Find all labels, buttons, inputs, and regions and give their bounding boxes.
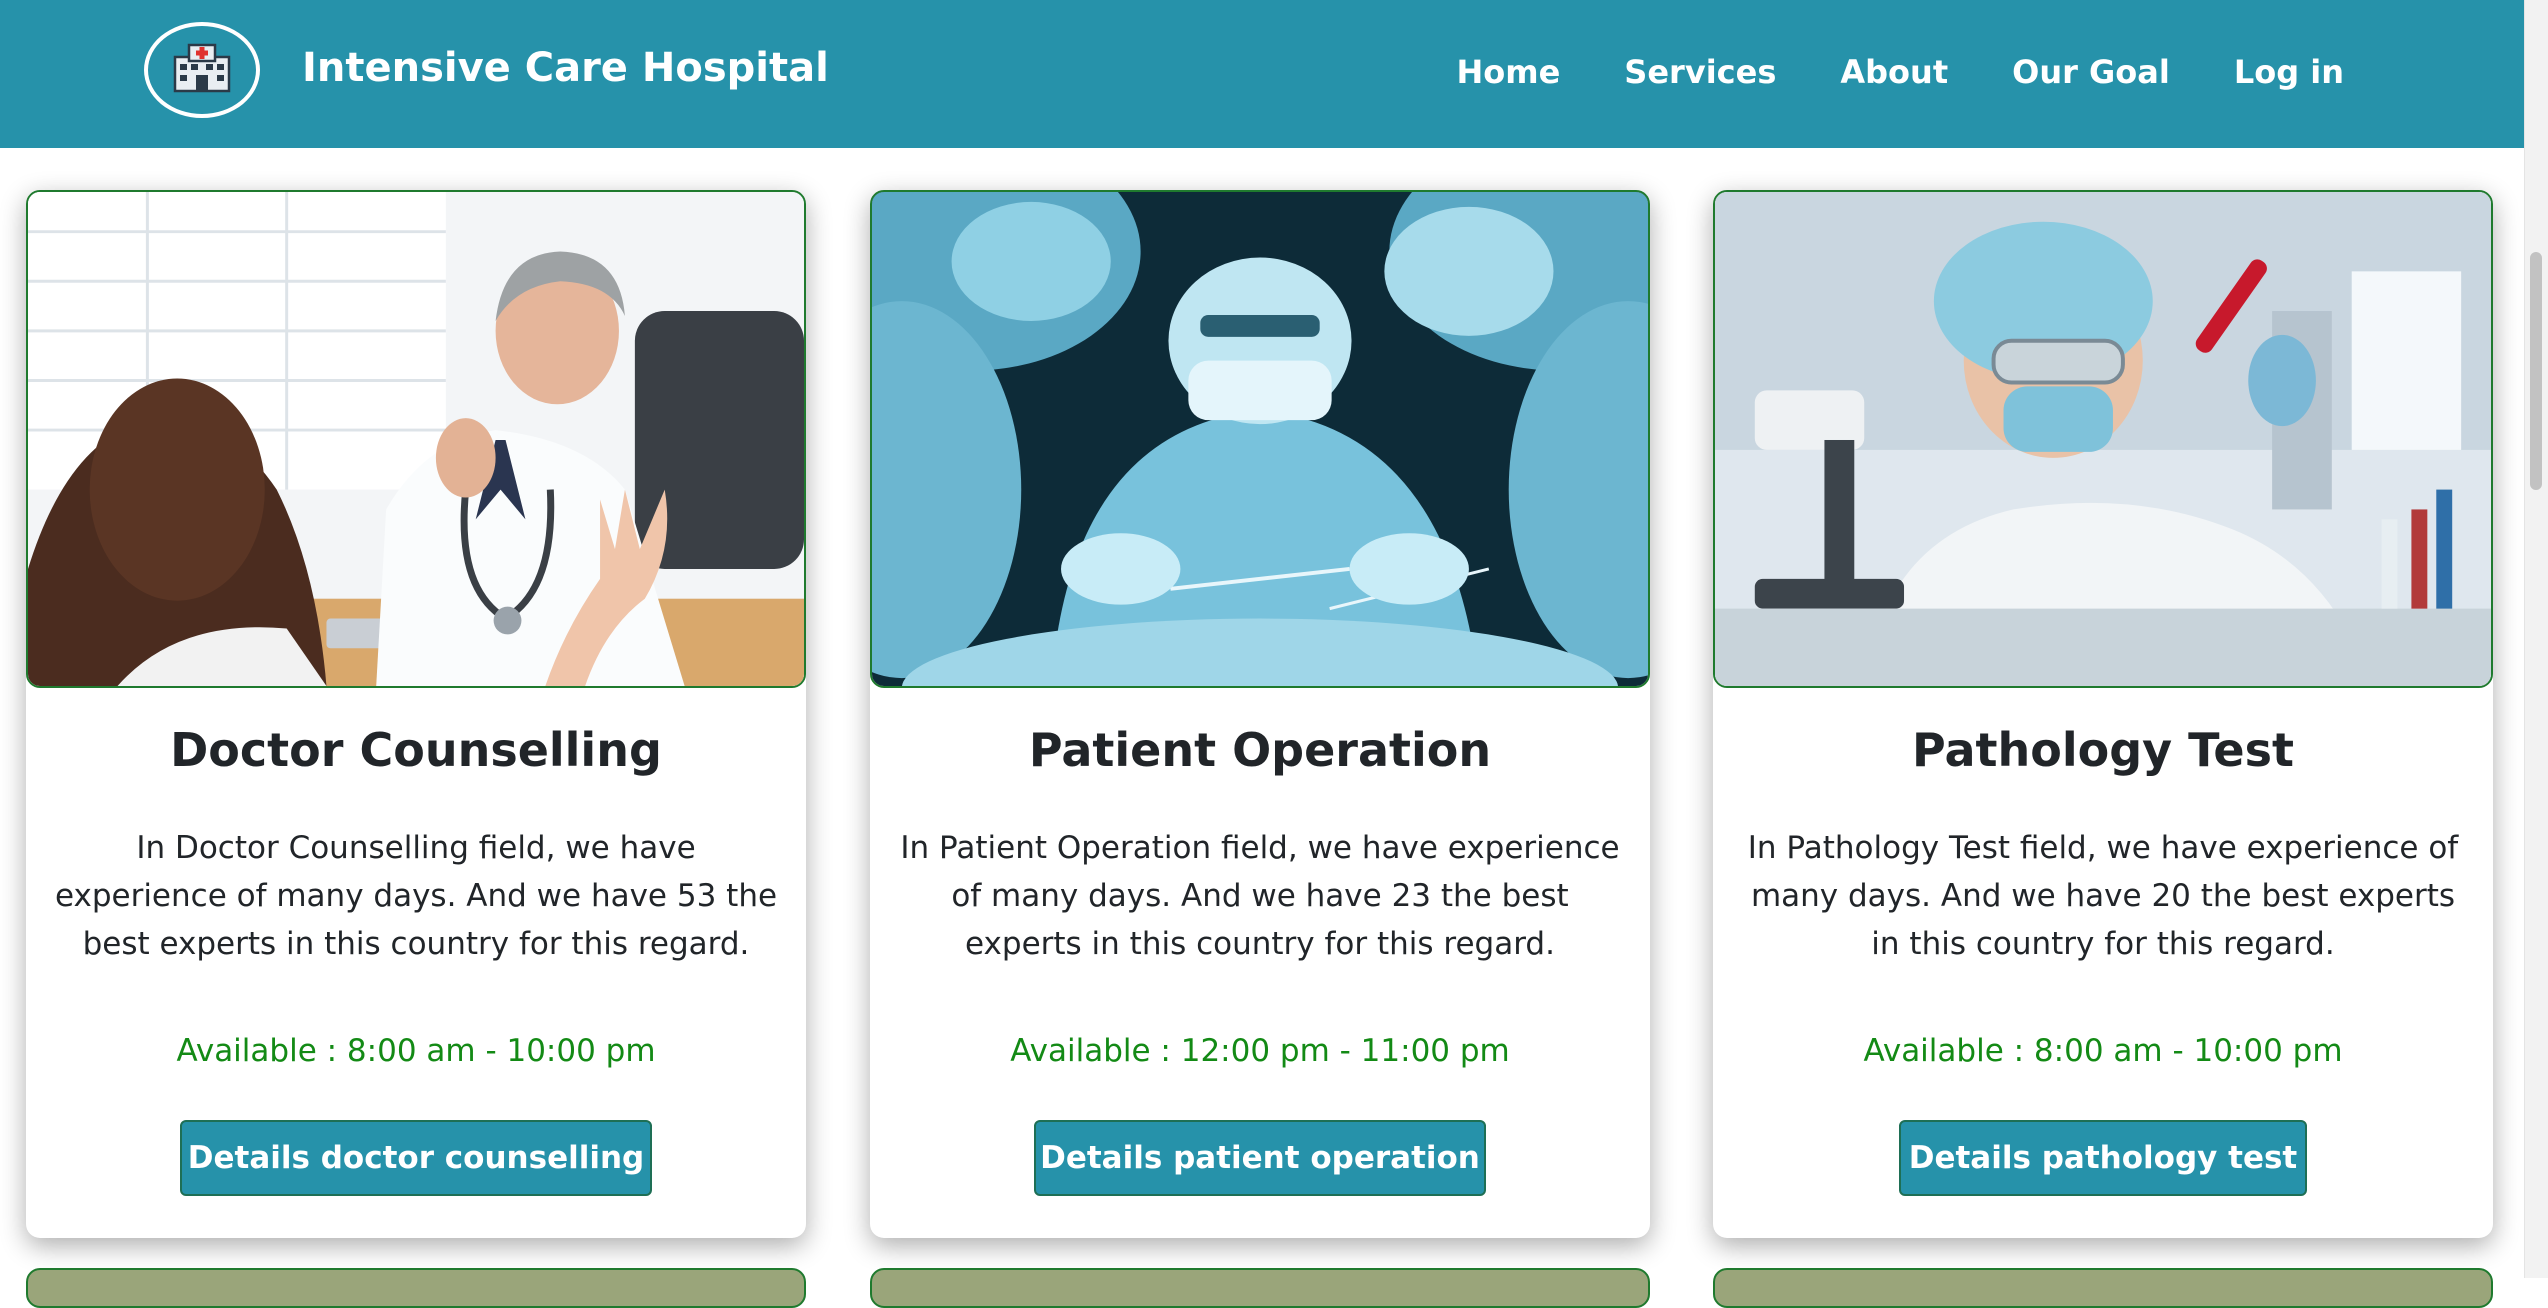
details-patient-operation-button[interactable]: Details patient operation — [1034, 1120, 1486, 1196]
service-card-doctor-counselling: Doctor Counselling In Doctor Counselling… — [26, 190, 806, 1238]
doctor-consultation-photo — [26, 190, 806, 688]
nav-log-in[interactable]: Log in — [2234, 44, 2344, 100]
scrollbar-track[interactable] — [2524, 0, 2548, 1278]
card-title: Patient Operation — [1028, 723, 1492, 777]
brand-name[interactable]: Intensive Care Hospital — [302, 38, 829, 98]
surgery-team-photo — [870, 190, 1650, 688]
service-card-patient-operation: Patient Operation In Patient Operation f… — [870, 190, 1650, 1238]
next-card-image-peek — [1713, 1268, 2493, 1308]
card-title: Doctor Counselling — [170, 723, 662, 777]
availability-text: Available : 8:00 am - 10:00 pm — [176, 1033, 656, 1069]
navbar: Intensive Care Hospital Home Services Ab… — [0, 0, 2524, 148]
next-card-image-peek — [26, 1268, 806, 1308]
next-card-image-peek — [870, 1268, 1650, 1308]
availability-text: Available : 8:00 am - 10:00 pm — [1863, 1033, 2343, 1069]
card-description: In Pathology Test field, we have experie… — [1747, 830, 2459, 962]
availability-text: Available : 12:00 pm - 11:00 pm — [1010, 1033, 1510, 1069]
service-card-pathology-test: Pathology Test In Pathology Test field, … — [1713, 190, 2493, 1238]
lab-scientist-photo — [1713, 190, 2493, 688]
hospital-icon — [173, 43, 231, 97]
card-description: In Doctor Counselling field, we have exp… — [54, 830, 778, 962]
details-pathology-test-button[interactable]: Details pathology test — [1899, 1120, 2307, 1196]
nav-our-goal[interactable]: Our Goal — [2012, 44, 2170, 100]
card-title: Pathology Test — [1912, 723, 2294, 777]
hospital-logo[interactable] — [144, 22, 260, 118]
scrollbar-thumb[interactable] — [2530, 252, 2542, 490]
nav-services[interactable]: Services — [1624, 44, 1776, 100]
nav-home[interactable]: Home — [1456, 44, 1560, 100]
nav-menu: Home Services About Our Goal Log in — [1456, 44, 2344, 100]
nav-about[interactable]: About — [1840, 44, 1948, 100]
card-description: In Patient Operation field, we have expe… — [900, 830, 1620, 962]
details-doctor-counselling-button[interactable]: Details doctor counselling — [180, 1120, 652, 1196]
